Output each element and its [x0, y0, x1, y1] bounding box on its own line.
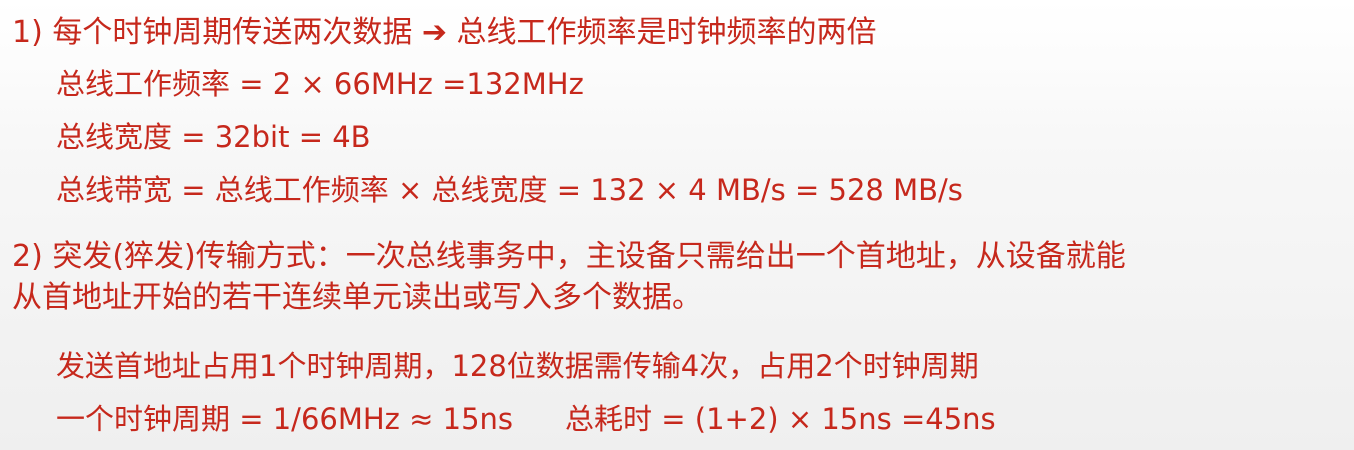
part1-heading: 1) 每个时钟周期传送两次数据 ➔ 总线工作频率是时钟频率的两倍 [12, 15, 877, 50]
clock-cycles-statement: 发送首地址占用1个时钟周期，128位数据需传输4次，占用2个时钟周期 [56, 349, 979, 383]
total-time-formula: 总耗时 = (1+2) × 15ns =45ns [565, 402, 996, 436]
clock-period-formula: 一个时钟周期 = 1/66MHz ≈ 15ns [56, 402, 514, 436]
bus-width-formula: 总线宽度 = 32bit = 4B [56, 120, 371, 154]
bus-frequency-formula: 总线工作频率 = 2 × 66MHz =132MHz [56, 67, 584, 101]
part2-heading-line2: 从首地址开始的若干连续单元读出或写入多个数据。 [12, 280, 702, 315]
bus-bandwidth-formula: 总线带宽 = 总线工作频率 × 总线宽度 = 132 × 4 MB/s = 52… [56, 173, 963, 207]
timing-line: 一个时钟周期 = 1/66MHz ≈ 15ns 总耗时 = (1+2) × 15n… [56, 405, 996, 434]
part2-heading-line1: 2) 突发(猝发)传输方式：一次总线事务中，主设备只需给出一个首地址，从设备就能 [12, 239, 1126, 274]
